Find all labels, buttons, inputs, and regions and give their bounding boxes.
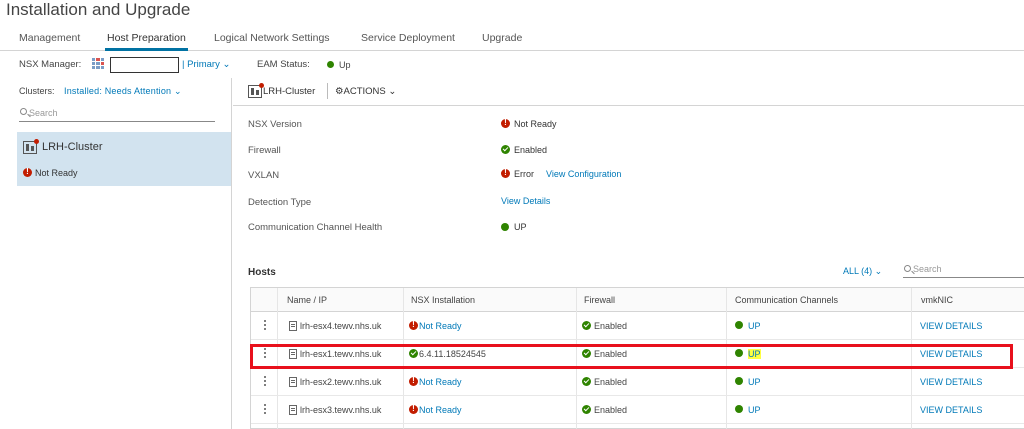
view-configuration-link[interactable]: View Configuration <box>546 169 621 179</box>
detection-type-label: Detection Type <box>248 197 312 208</box>
clusters-filter-dropdown[interactable]: Installed: Needs Attention ⌄ <box>64 86 182 97</box>
status-up-icon <box>501 223 509 231</box>
cluster-list-item[interactable]: LRH-Cluster Not Ready <box>17 132 231 186</box>
column-header-name[interactable]: Name / IP <box>287 295 327 305</box>
table-row[interactable]: lrh-esx2.tewv.nhs.uk Not Ready Enabled U… <box>251 368 1024 396</box>
communication-channels-link[interactable]: UP <box>748 405 761 415</box>
column-header-communication-channels[interactable]: Communication Channels <box>735 295 838 305</box>
host-icon <box>289 321 297 331</box>
column-header-nsx-installation[interactable]: NSX Installation <box>411 295 475 305</box>
divider <box>327 83 328 99</box>
search-icon <box>904 265 911 272</box>
vxlan-value: Error <box>514 169 534 179</box>
vxlan-label: VXLAN <box>248 170 280 181</box>
status-up-icon <box>735 405 743 413</box>
nsx-installation-link[interactable]: Not Ready <box>419 321 462 331</box>
row-menu-icon[interactable] <box>264 404 266 414</box>
error-icon <box>409 376 418 386</box>
nsx-manager-icon <box>92 58 104 69</box>
nsx-installation-link[interactable]: Not Ready <box>419 377 462 387</box>
tab-bar: Management Host Preparation Logical Netw… <box>0 29 1024 51</box>
row-menu-icon[interactable] <box>264 376 266 386</box>
clusters-label: Clusters: <box>19 86 55 96</box>
communication-channels-link[interactable]: UP <box>748 377 761 387</box>
communication-channels-link[interactable]: UP <box>748 321 761 331</box>
error-icon <box>501 168 510 178</box>
host-name: lrh-esx4.tewv.nhs.uk <box>300 321 382 331</box>
firewall-value: Enabled <box>514 145 548 155</box>
error-icon <box>409 404 418 414</box>
divider <box>233 105 1024 106</box>
manager-bar: NSX Manager: | Primary ⌄ EAM Status: Up <box>0 56 1024 76</box>
check-icon <box>582 321 591 330</box>
host-name: lrh-esx2.tewv.nhs.uk <box>300 377 382 387</box>
eam-status-label: EAM Status: <box>257 59 310 70</box>
firewall-label: Firewall <box>248 145 281 156</box>
nsx-version-label: NSX Version <box>248 119 302 130</box>
tab-host-preparation[interactable]: Host Preparation <box>105 32 188 51</box>
host-icon <box>289 405 297 415</box>
vmknic-view-details-link[interactable]: VIEW DETAILS <box>920 321 982 331</box>
vmknic-view-details-link[interactable]: VIEW DETAILS <box>920 377 982 387</box>
host-name: lrh-esx3.tewv.nhs.uk <box>300 405 382 415</box>
view-details-link[interactable]: View Details <box>501 196 550 206</box>
error-icon <box>23 167 32 177</box>
clusters-panel: Clusters: Installed: Needs Attention ⌄ S… <box>0 78 232 429</box>
check-icon <box>501 145 510 154</box>
communication-channel-health-value: UP <box>514 222 527 232</box>
search-icon <box>20 108 27 115</box>
cluster-icon <box>23 139 39 154</box>
nsx-manager-field[interactable] <box>110 57 179 73</box>
hosts-title: Hosts <box>248 267 276 278</box>
hosts-search-input[interactable]: Search <box>903 263 1024 278</box>
error-icon <box>409 320 418 330</box>
tab-logical-network-settings[interactable]: Logical Network Settings <box>214 32 330 44</box>
actions-menu-button[interactable]: ⚙ACTIONS ⌄ <box>335 86 396 97</box>
search-placeholder: Search <box>913 264 942 274</box>
vmknic-view-details-link[interactable]: VIEW DETAILS <box>920 405 982 415</box>
highlight-annotation-box <box>250 344 1013 369</box>
status-up-icon <box>735 321 743 329</box>
table-row[interactable]: lrh-esx4.tewv.nhs.uk Not Ready Enabled U… <box>251 312 1024 340</box>
eam-status-value: Up <box>339 60 351 70</box>
table-header: Name / IP NSX Installation Firewall Comm… <box>251 288 1024 312</box>
firewall-status: Enabled <box>594 321 628 331</box>
host-icon <box>289 377 297 387</box>
check-icon <box>582 405 591 414</box>
hosts-filter-dropdown[interactable]: ALL (4) ⌄ <box>843 266 882 277</box>
page-title: Installation and Upgrade <box>6 0 191 19</box>
firewall-status: Enabled <box>594 377 628 387</box>
nsx-manager-label: NSX Manager: <box>19 59 82 70</box>
tab-management[interactable]: Management <box>19 32 80 44</box>
cluster-status: Not Ready <box>35 168 78 178</box>
column-header-vmknic[interactable]: vmkNIC <box>921 295 953 305</box>
cluster-name: LRH-Cluster <box>42 141 103 153</box>
firewall-status: Enabled <box>594 405 628 415</box>
nsx-version-value: Not Ready <box>514 119 557 129</box>
tab-service-deployment[interactable]: Service Deployment <box>361 32 455 44</box>
context-cluster-name: LRH-Cluster <box>263 86 316 97</box>
status-up-icon <box>327 61 334 68</box>
column-header-firewall[interactable]: Firewall <box>584 295 615 305</box>
cluster-search-input[interactable]: Search <box>19 106 215 122</box>
cluster-icon <box>248 83 264 98</box>
table-row[interactable]: lrh-esx3.tewv.nhs.uk Not Ready Enabled U… <box>251 396 1024 424</box>
error-icon <box>501 118 510 128</box>
check-icon <box>582 377 591 386</box>
communication-channel-health-label: Communication Channel Health <box>248 222 383 233</box>
status-up-icon <box>735 377 743 385</box>
primary-dropdown[interactable]: | Primary ⌄ <box>182 59 230 70</box>
search-placeholder: Search <box>29 108 58 118</box>
row-menu-icon[interactable] <box>264 320 266 330</box>
cluster-details-panel: LRH-Cluster ⚙ACTIONS ⌄ NSX Version Not R… <box>233 78 1024 429</box>
nsx-installation-link[interactable]: Not Ready <box>419 405 462 415</box>
tab-upgrade[interactable]: Upgrade <box>482 32 522 44</box>
